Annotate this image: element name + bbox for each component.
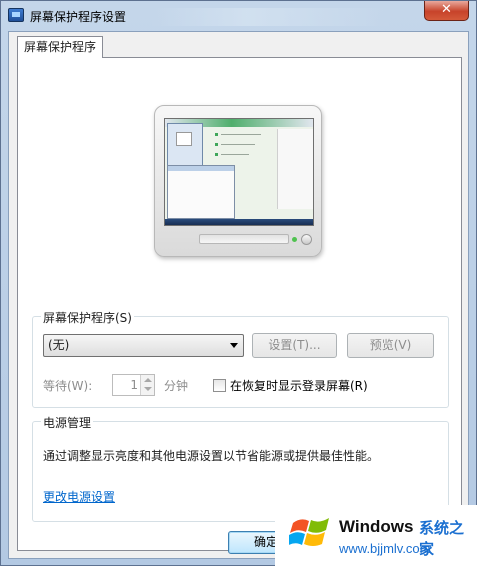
monitor-bezel-bar <box>199 234 289 244</box>
power-group-label: 电源管理 <box>41 414 94 431</box>
preview-explorer-window <box>167 165 235 219</box>
resume-login-checkbox[interactable] <box>213 379 226 392</box>
wait-unit-label: 分钟 <box>164 379 189 393</box>
chevron-down-icon <box>230 343 238 348</box>
close-button[interactable]: ✕ <box>424 1 469 21</box>
watermark-overlay: Windows 系统之家 www.bjjmlv.com <box>275 505 477 566</box>
stepper-up-icon[interactable] <box>144 378 152 382</box>
screensaver-select[interactable]: (无) <box>43 334 244 357</box>
screen-preview <box>164 118 314 226</box>
dialog-client-area: 屏幕保护程序 屏幕保护程序(S) (无) 设置(T)... 预览(V) 等待(W… <box>8 31 469 559</box>
power-button-icon <box>301 234 312 245</box>
monitor-preview <box>154 105 322 257</box>
screensaver-selected-value: (无) <box>48 338 70 352</box>
settings-button[interactable]: 设置(T)... <box>252 333 337 358</box>
preview-content <box>215 133 267 163</box>
monitor-icon <box>8 8 24 22</box>
power-description: 通过调整显示亮度和其他电源设置以节省能源或提供最佳性能。 <box>43 449 380 463</box>
title-bar-glass <box>151 8 391 26</box>
resume-login-label[interactable]: 在恢复时显示登录屏幕(R) <box>230 377 368 394</box>
stepper-down-icon[interactable] <box>144 387 152 391</box>
tab-screensaver[interactable]: 屏幕保护程序 <box>17 36 104 58</box>
preview-side-panel <box>277 129 313 209</box>
screensaver-group-label: 屏幕保护程序(S) <box>41 309 134 326</box>
wait-label: 等待(W): <box>43 379 93 393</box>
watermark-brand: Windows <box>339 517 414 536</box>
dialog-window: 屏幕保护程序设置 ✕ 屏幕保护程序 屏幕保护程序(S) (无) 设置(T)...… <box>0 0 477 566</box>
window-title: 屏幕保护程序设置 <box>30 10 127 24</box>
power-led-icon <box>292 237 297 242</box>
tab-panel: 屏幕保护程序(S) (无) 设置(T)... 预览(V) 等待(W): 1 分钟 <box>17 57 462 551</box>
change-power-settings-link[interactable]: 更改电源设置 <box>43 488 115 505</box>
title-bar[interactable]: 屏幕保护程序设置 ✕ <box>1 1 476 31</box>
windows-logo-icon <box>289 518 329 546</box>
screensaver-group: 屏幕保护程序(S) (无) 设置(T)... 预览(V) 等待(W): 1 分钟 <box>32 309 449 408</box>
watermark-url: www.bjjmlv.com <box>339 541 431 556</box>
wait-minutes-stepper[interactable]: 1 <box>112 374 155 396</box>
preview-taskbar <box>165 219 313 225</box>
wait-minutes-value: 1 <box>130 378 138 392</box>
preview-button[interactable]: 预览(V) <box>347 333 434 358</box>
